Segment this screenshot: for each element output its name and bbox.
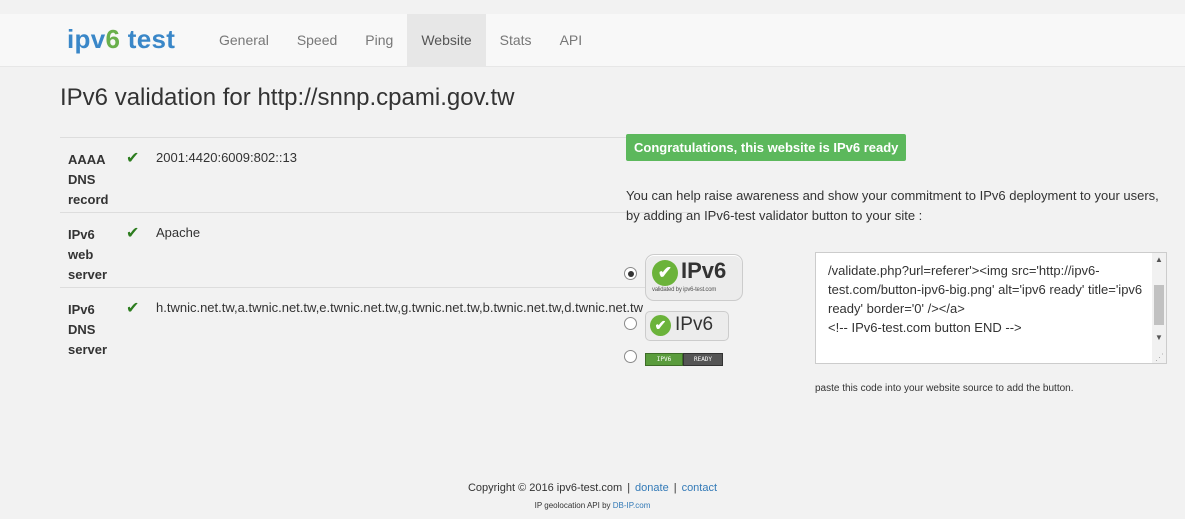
nav-ping[interactable]: Ping	[351, 14, 407, 66]
copyright-text: Copyright © 2016 ipv6-test.com	[467, 482, 623, 494]
record-value: Apache	[156, 225, 201, 240]
page-title: IPv6 validation for http://snnp.cpami.go…	[60, 84, 515, 111]
nav-website[interactable]: Website	[407, 14, 486, 66]
record-label: IPv6 DNS server	[68, 302, 108, 357]
nav-speed[interactable]: Speed	[283, 14, 351, 66]
dbip-link[interactable]: DB-IP.com	[613, 501, 651, 510]
checkmark-icon: ✔	[652, 260, 678, 286]
donate-link[interactable]: donate	[635, 482, 669, 494]
table-row-dns-server: IPv6 DNS server ✔ h.twnic.net.tw,a.twnic…	[60, 287, 700, 362]
nav-stats[interactable]: Stats	[486, 14, 546, 66]
top-navbar: ipv6 test General Speed Ping Website Sta…	[0, 14, 1185, 67]
code-snippet-textarea[interactable]: /validate.php?url=referer'><img src='htt…	[815, 252, 1167, 364]
scroll-down-icon[interactable]: ▼	[1152, 333, 1166, 342]
code-snippet: /validate.php?url=referer'><img src='htt…	[828, 263, 1143, 335]
check-icon: ✔	[126, 150, 140, 167]
check-icon: ✔	[126, 300, 140, 317]
geolocation-credit: IP geolocation API by DB-IP.com	[0, 501, 1185, 510]
check-icon: ✔	[126, 225, 140, 242]
resize-grip-icon[interactable]: ⋰	[1155, 352, 1164, 363]
awareness-text: You can help raise awareness and show yo…	[626, 188, 1159, 223]
paste-instructions: paste this code into your website source…	[815, 383, 1074, 394]
table-row-aaaa: AAAA DNS record ✔ 2001:4420:6009:802::13	[60, 137, 700, 212]
scroll-thumb[interactable]	[1154, 285, 1164, 325]
ipv6-badge-big[interactable]: ✔ IPv6 validated by ipv6-test.com	[645, 254, 743, 301]
badge-text: IPv6	[675, 314, 714, 335]
badge-subtext: validated by ipv6-test.com	[652, 287, 717, 293]
nav-api[interactable]: API	[546, 14, 597, 66]
geo-credit-text: IP geolocation API by	[534, 501, 613, 510]
radio-badge-small[interactable]	[624, 350, 637, 363]
record-label: AAAA DNS record	[68, 152, 109, 207]
main-nav: General Speed Ping Website Stats API	[205, 14, 596, 66]
record-label: IPv6 web server	[68, 227, 108, 282]
ipv6-ready-badge: Congratulations, this website is IPv6 re…	[626, 134, 907, 161]
scroll-up-icon[interactable]: ▲	[1152, 255, 1166, 264]
radio-badge-big[interactable]	[624, 267, 637, 280]
record-value: h.twnic.net.tw,a.twnic.net.tw,e.twnic.ne…	[156, 300, 644, 315]
badge-right-text: READY	[683, 353, 723, 366]
footer-separator: |	[673, 482, 677, 494]
checkmark-icon: ✔	[650, 315, 671, 336]
nav-general[interactable]: General	[205, 14, 283, 66]
badge-left-text: IPV6	[645, 353, 683, 366]
record-value: 2001:4420:6009:802::13	[156, 150, 297, 165]
footer: Copyright © 2016 ipv6-test.com | donate | co…	[0, 482, 1185, 494]
site-logo[interactable]: ipv6 test	[67, 24, 175, 55]
footer-separator: |	[627, 482, 631, 494]
contact-link[interactable]: contact	[682, 482, 717, 494]
validation-table: AAAA DNS record ✔ 2001:4420:6009:802::13…	[60, 137, 700, 362]
ipv6-badge-mid[interactable]: ✔ IPv6	[645, 311, 729, 341]
badge-text: IPv6	[681, 258, 727, 283]
ipv6-badge-small[interactable]: IPV6 READY	[645, 353, 723, 366]
radio-badge-mid[interactable]	[624, 317, 637, 330]
code-scrollbar[interactable]: ▲ ▼	[1152, 253, 1166, 363]
table-row-web-server: IPv6 web server ✔ Apache	[60, 212, 700, 287]
